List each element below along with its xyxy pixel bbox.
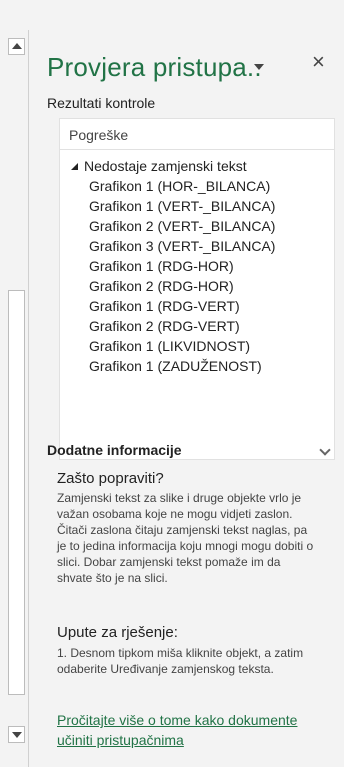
scroll-up-button[interactable] xyxy=(8,38,25,55)
close-icon[interactable]: × xyxy=(312,51,325,73)
list-item[interactable]: Grafikon 2 (RDG-HOR) xyxy=(71,276,334,296)
accessibility-checker-pane: Provjera pristupa.. × Rezultati kontrole… xyxy=(29,30,344,767)
vertical-scrollbar[interactable] xyxy=(0,0,28,767)
errors-header: Pogreške xyxy=(60,119,334,150)
list-item[interactable]: Grafikon 1 (RDG-VERT) xyxy=(71,296,334,316)
pane-title: Provjera pristupa.. xyxy=(47,52,262,82)
scroll-thumb[interactable] xyxy=(8,290,25,695)
chevron-down-icon xyxy=(12,732,22,738)
additional-info-header[interactable]: Dodatne informacije xyxy=(47,442,331,462)
list-item[interactable]: Grafikon 3 (VERT-_BILANCA) xyxy=(71,236,334,256)
why-fix-text: Zamjenski tekst za slike i druge objekte… xyxy=(57,491,314,585)
results-tree: Nedostaje zamjenski tekst Grafikon 1 (HO… xyxy=(60,150,334,376)
results-label: Rezultati kontrole xyxy=(47,95,156,111)
learn-more-link[interactable]: Pročitajte više o tome kako dokumente uč… xyxy=(57,710,319,750)
dropdown-arrow-icon[interactable] xyxy=(254,64,264,70)
additional-info-title: Dodatne informacije xyxy=(47,442,182,458)
scroll-down-button[interactable] xyxy=(8,726,25,743)
group-label: Nedostaje zamjenski tekst xyxy=(84,158,247,174)
why-fix-title: Zašto popraviti? xyxy=(57,470,164,487)
collapse-chevron-icon[interactable] xyxy=(319,444,331,456)
list-item[interactable]: Grafikon 2 (RDG-VERT) xyxy=(71,316,334,336)
list-item[interactable]: Grafikon 1 (HOR-_BILANCA) xyxy=(71,176,334,196)
group-missing-alt-text[interactable]: Nedostaje zamjenski tekst xyxy=(71,156,334,176)
results-list: Pogreške Nedostaje zamjenski tekst Grafi… xyxy=(59,118,335,460)
list-item[interactable]: Grafikon 1 (ZADUŽENOST) xyxy=(71,356,334,376)
how-to-fix-title: Upute za rješenje: xyxy=(57,624,178,641)
list-item[interactable]: Grafikon 1 (LIKVIDNOST) xyxy=(71,336,334,356)
list-item[interactable]: Grafikon 1 (VERT-_BILANCA) xyxy=(71,196,334,216)
expander-icon[interactable] xyxy=(71,163,78,170)
chevron-up-icon xyxy=(12,43,22,49)
text-fade xyxy=(57,680,319,694)
list-item[interactable]: Grafikon 1 (RDG-HOR) xyxy=(71,256,334,276)
list-item[interactable]: Grafikon 2 (VERT-_BILANCA) xyxy=(71,216,334,236)
